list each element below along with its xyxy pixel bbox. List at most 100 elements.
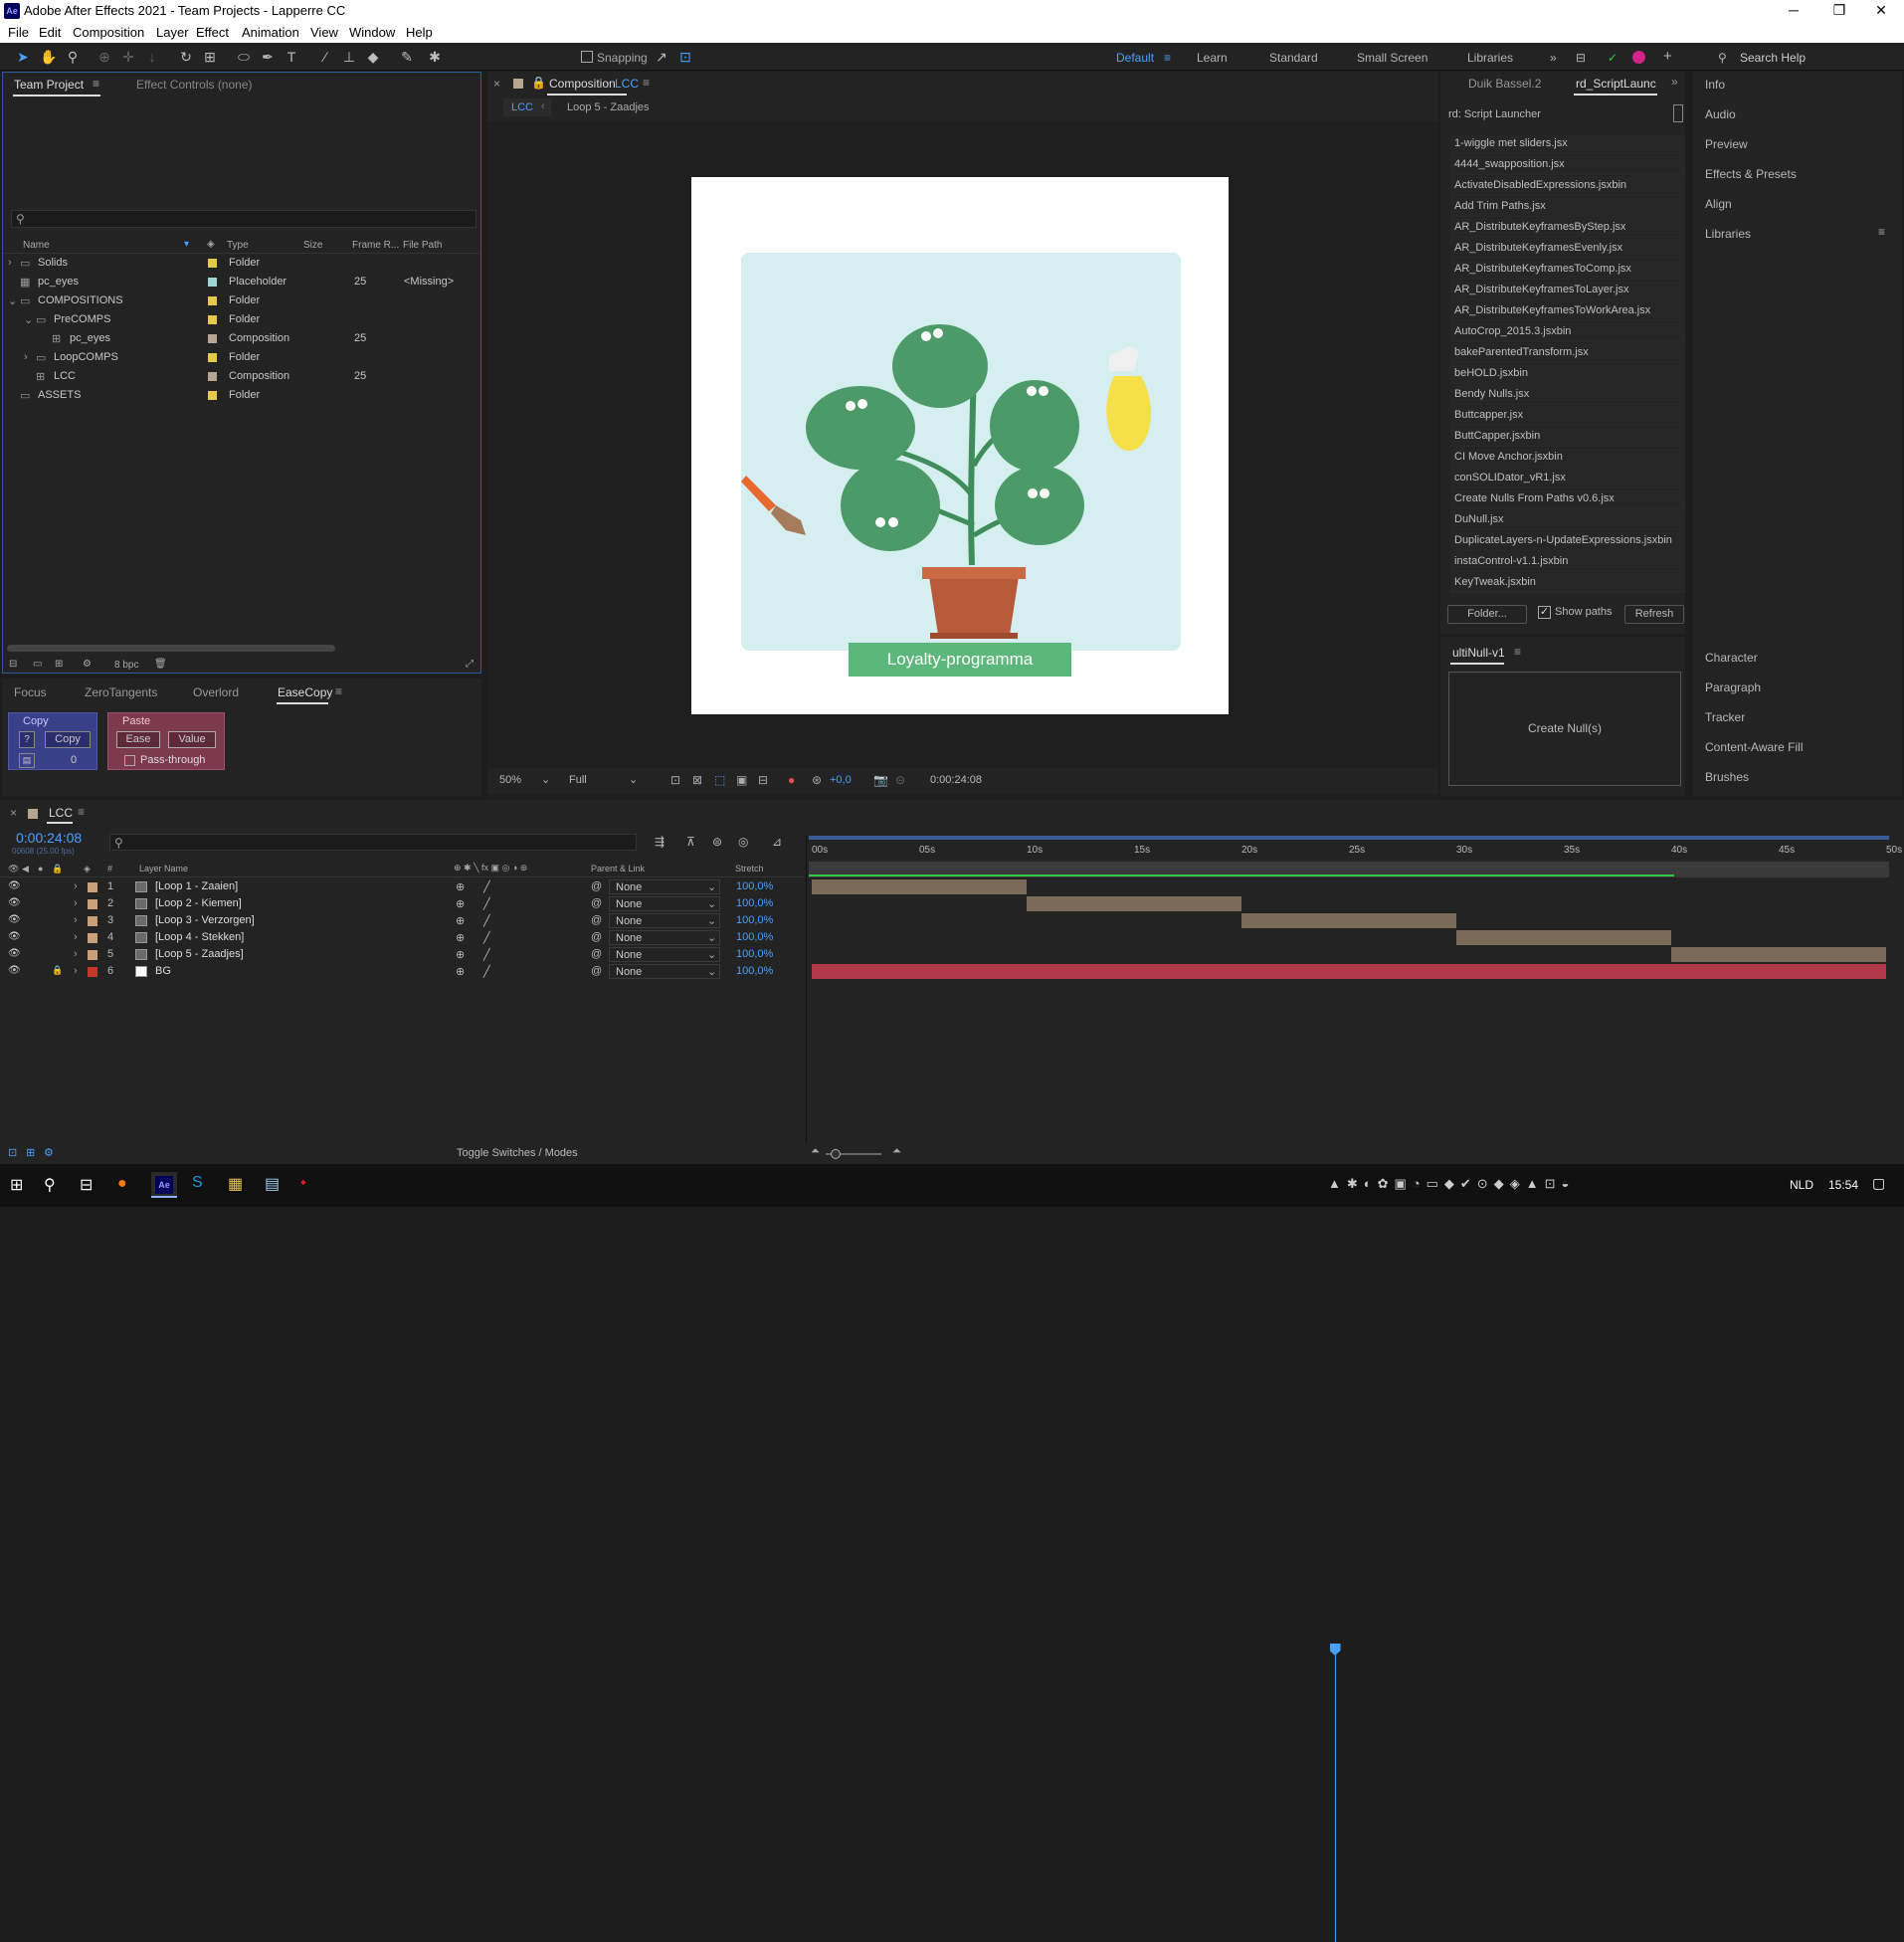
- sort-arrow-icon[interactable]: ▾: [184, 239, 189, 250]
- layer-label-swatch[interactable]: [88, 967, 97, 977]
- expand-arrow-icon[interactable]: ›: [74, 948, 78, 960]
- ellipse-tool-icon[interactable]: ⬭: [235, 48, 253, 66]
- viewer-timecode[interactable]: 0:00:24:08: [930, 774, 982, 786]
- layer-row[interactable]: 👁 › 4 [Loop 4 - Stekken] ⊕ ╱ @ None ⌄ 100,0%: [0, 929, 804, 946]
- menu-file[interactable]: File: [8, 25, 29, 40]
- layer-name[interactable]: [Loop 3 - Verzorgen]: [155, 914, 255, 926]
- layer-row[interactable]: 👁 › 1 [Loop 1 - Zaaien] ⊕ ╱ @ None ⌄ 100,0%: [0, 878, 804, 895]
- menu-help[interactable]: Help: [406, 25, 433, 40]
- menu-animation[interactable]: Animation: [242, 25, 299, 40]
- audio-icon[interactable]: ◀: [22, 864, 29, 874]
- dolly-tool-icon[interactable]: ↓: [143, 48, 161, 66]
- panel-menu-icon[interactable]: ≡: [335, 684, 342, 698]
- tab-duik[interactable]: Duik Bassel.2: [1468, 77, 1541, 91]
- region-of-interest-icon[interactable]: ⊡: [670, 773, 680, 787]
- mask-visibility-icon[interactable]: ⬚: [714, 773, 725, 787]
- layer-duration-bar[interactable]: [1027, 896, 1241, 911]
- project-item[interactable]: › ▭ LoopCOMPS Folder: [2, 348, 465, 367]
- solo-icon[interactable]: ●: [38, 864, 43, 874]
- layer-row[interactable]: 👁 › 2 [Loop 2 - Kiemen] ⊕ ╱ @ None ⌄ 100,0%: [0, 895, 804, 912]
- layer-label-swatch[interactable]: [88, 899, 97, 909]
- stretch-value[interactable]: 100,0%: [736, 965, 773, 977]
- sync-icon[interactable]: ⊟: [1576, 51, 1586, 65]
- exposure-reset-icon[interactable]: ⊛: [812, 773, 822, 787]
- safe-margins-icon[interactable]: ⊟: [758, 773, 768, 787]
- roto-brush-tool-icon[interactable]: ✎: [398, 48, 416, 66]
- frame-blending-icon[interactable]: ◎: [738, 835, 748, 849]
- col-type[interactable]: Type: [227, 240, 249, 251]
- tab-effect-controls[interactable]: Effect Controls (none): [136, 78, 253, 92]
- tab-easecopy[interactable]: EaseCopy: [278, 685, 332, 699]
- script-item[interactable]: AutoCrop_2015.3.jsxbin: [1450, 322, 1685, 342]
- quality-switch-icon[interactable]: ╱: [483, 931, 490, 944]
- notes-icon[interactable]: ▤: [265, 1174, 280, 1194]
- navigator-bar[interactable]: [809, 836, 1889, 840]
- label-swatch[interactable]: [208, 315, 217, 324]
- script-item[interactable]: ButtCapper.jsxbin: [1450, 427, 1685, 447]
- project-item[interactable]: ⊞ pc_eyes Composition 25: [2, 329, 465, 348]
- script-item[interactable]: AR_DistributeKeyframesByStep.jsx: [1450, 218, 1685, 238]
- comp-mini-flowchart-icon[interactable]: ⇶: [655, 835, 665, 849]
- project-item[interactable]: ⌄ ▭ COMPOSITIONS Folder: [2, 291, 465, 310]
- composition-tab-label[interactable]: Composition: [549, 77, 616, 91]
- workspace-libraries[interactable]: Libraries: [1467, 51, 1513, 65]
- pickwhip-icon[interactable]: @: [591, 965, 602, 977]
- exposure-value[interactable]: +0,0: [830, 774, 852, 786]
- timeline-timecode[interactable]: 0:00:24:08: [16, 830, 82, 846]
- expand-arrow-icon[interactable]: ›: [74, 965, 78, 977]
- stretch-value[interactable]: 100,0%: [736, 897, 773, 909]
- expand-arrow-icon[interactable]: ›: [74, 931, 78, 943]
- quality-switch-icon[interactable]: ╱: [483, 965, 490, 978]
- eye-icon[interactable]: 👁: [8, 931, 21, 942]
- layer-name[interactable]: [Loop 4 - Stekken]: [155, 931, 244, 943]
- shy-switch-icon[interactable]: ⊕: [456, 880, 465, 893]
- resolution-dropdown[interactable]: Full ⌄: [563, 772, 643, 789]
- eye-icon[interactable]: 👁: [8, 880, 21, 891]
- shy-switch-icon[interactable]: ⊕: [456, 948, 465, 961]
- quality-switch-icon[interactable]: ╱: [483, 897, 490, 910]
- expand-arrow-icon[interactable]: ›: [74, 914, 78, 926]
- stretch-value[interactable]: 100,0%: [736, 931, 773, 943]
- playhead-handle[interactable]: [1329, 1644, 1341, 1655]
- language-indicator[interactable]: NLD: [1790, 1178, 1813, 1192]
- layer-name[interactable]: [Loop 5 - Zaadjes]: [155, 948, 244, 960]
- workspace-default[interactable]: Default: [1116, 51, 1154, 65]
- tab-focus[interactable]: Focus: [14, 685, 47, 699]
- number-column-icon[interactable]: #: [107, 864, 112, 874]
- label-swatch[interactable]: [208, 372, 217, 381]
- brush-tool-icon[interactable]: ∕: [316, 48, 334, 66]
- skype-icon[interactable]: S: [192, 1174, 203, 1192]
- acrobat-icon[interactable]: ⬩: [300, 1174, 306, 1192]
- script-item[interactable]: Create Nulls From Paths v0.6.jsx: [1450, 489, 1685, 509]
- more-tabs-icon[interactable]: »: [1671, 75, 1678, 89]
- layer-label-swatch[interactable]: [88, 916, 97, 926]
- expand-arrow-icon[interactable]: ›: [74, 897, 78, 909]
- panel-paragraph[interactable]: Paragraph: [1705, 680, 1761, 694]
- script-item[interactable]: AR_DistributeKeyframesToComp.jsx: [1450, 260, 1685, 280]
- tab-zerotangents[interactable]: ZeroTangents: [85, 685, 157, 699]
- label-swatch[interactable]: [208, 334, 217, 343]
- layer-label-swatch[interactable]: [88, 933, 97, 943]
- interpret-footage-icon[interactable]: ⊟: [9, 659, 17, 670]
- layer-name[interactable]: [Loop 1 - Zaaien]: [155, 880, 238, 892]
- project-item[interactable]: ⌄ ▭ PreCOMPS Folder: [2, 310, 465, 329]
- script-item[interactable]: KeyTweak.jsxbin: [1450, 573, 1685, 593]
- shy-switch-icon[interactable]: ⊕: [456, 897, 465, 910]
- snap-features-icon[interactable]: ⊡: [676, 48, 694, 66]
- label-swatch[interactable]: [208, 296, 217, 305]
- breadcrumb-loop5[interactable]: Loop 5 - Zaadjes: [567, 101, 650, 113]
- draft-3d-icon[interactable]: ⊼: [686, 835, 695, 849]
- scrollbar-thumb[interactable]: [7, 645, 335, 652]
- expand-arrow-icon[interactable]: ›: [74, 880, 78, 892]
- layer-row[interactable]: 👁 › 3 [Loop 3 - Verzorgen] ⊕ ╱ @ None ⌄ 100,0%: [0, 912, 804, 929]
- tab-overlord[interactable]: Overlord: [193, 685, 239, 699]
- channel-icon[interactable]: ●: [788, 773, 795, 787]
- expand-arrow-icon[interactable]: ⌄: [8, 294, 17, 307]
- layer-duration-bar[interactable]: [1671, 947, 1886, 962]
- shy-switch-icon[interactable]: ⊕: [456, 931, 465, 944]
- script-item[interactable]: ActivateDisabledExpressions.jsxbin: [1450, 176, 1685, 196]
- in-out-icon[interactable]: ⚙: [44, 1146, 54, 1159]
- rotate-tool-icon[interactable]: ↻: [177, 48, 195, 66]
- breadcrumb-lcc[interactable]: LCC ‹: [503, 98, 551, 116]
- quality-switch-icon[interactable]: ╱: [483, 914, 490, 927]
